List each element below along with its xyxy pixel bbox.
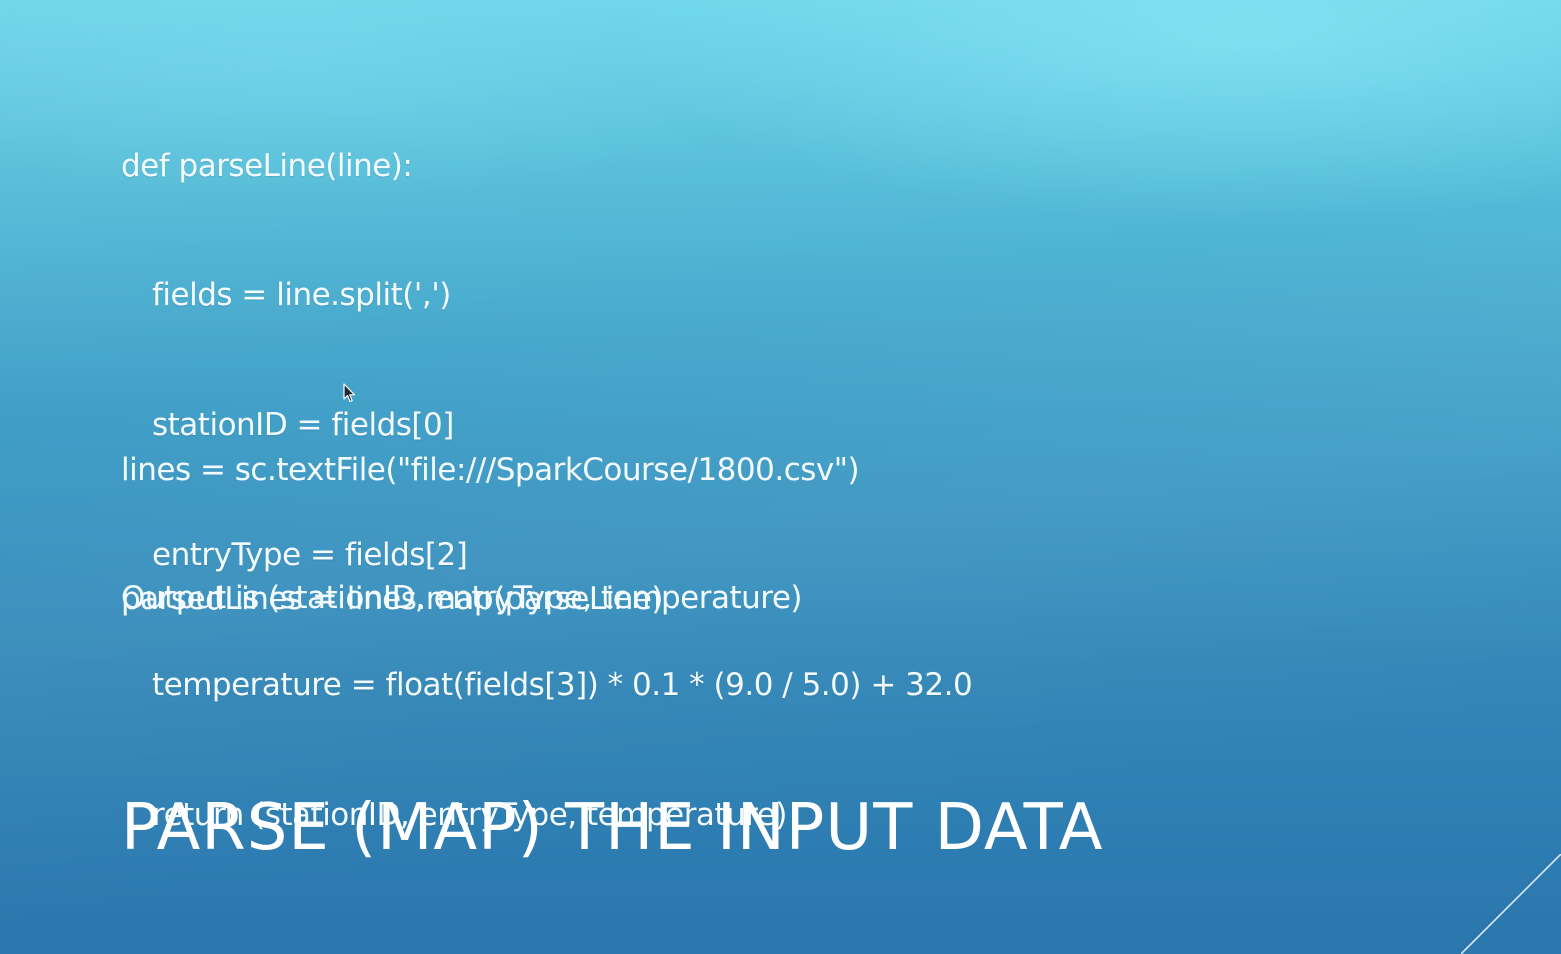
code-line: lines = sc.textFile("file:///SparkCourse… <box>121 451 860 488</box>
code-line: temperature = float(fields[3]) * 0.1 * (… <box>152 667 973 704</box>
code-line: fields = line.split(',') <box>152 277 451 314</box>
output-note: Output is (stationID, entryType, tempera… <box>121 580 802 616</box>
decorative-corner-line <box>1461 854 1561 954</box>
code-line: def parseLine(line): <box>121 147 413 184</box>
mouse-pointer-icon <box>343 383 356 403</box>
slide-title: PARSE (MAP) THE INPUT DATA <box>121 791 1104 865</box>
